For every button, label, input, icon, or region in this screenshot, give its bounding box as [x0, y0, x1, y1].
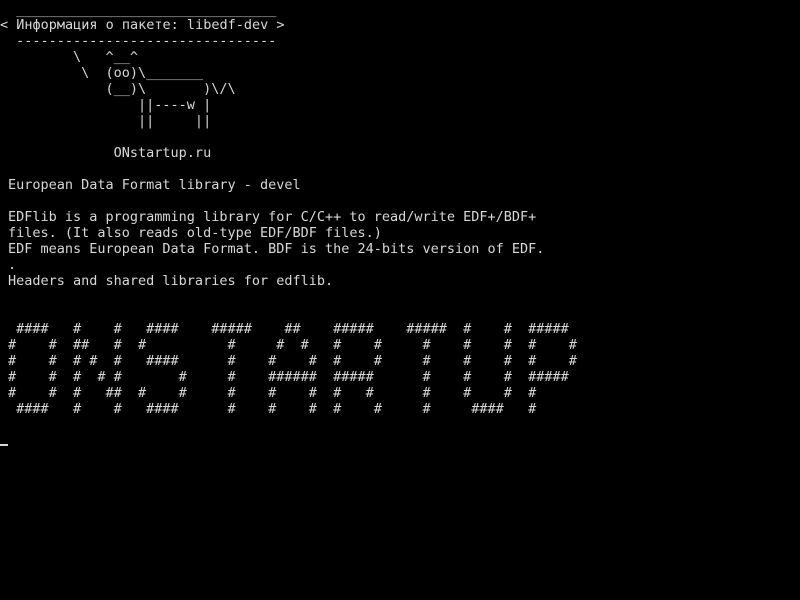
description-line-4: .	[8, 257, 17, 273]
description-line-1: EDFlib is a programming library for C/C+…	[8, 209, 537, 225]
banner-line-2: # # ## # # # # # # # # # # # #	[8, 337, 577, 353]
terminal-console: ________________________________ < Инфор…	[0, 0, 800, 600]
cow-line-2: \ (oo)\_______	[8, 65, 204, 81]
cow-line-5: || ||	[8, 113, 212, 129]
cow-line-3: (__)\ )\/\	[8, 81, 236, 97]
cow-line-4: ||----w |	[8, 97, 212, 113]
banner-line-6: #### # # #### # # # # # # #### #	[8, 401, 537, 417]
description-line-3: EDF means European Data Format. BDF is t…	[8, 241, 545, 257]
banner-line-1: #### # # #### ##### ## ##### ##### # # #…	[8, 321, 569, 337]
text-cursor[interactable]	[0, 444, 8, 446]
description-line-5: Headers and shared libraries for edflib.	[8, 273, 334, 289]
site-credit: ONstartup.ru	[8, 145, 212, 161]
banner-line-5: # # # ## # # # # # # # # # # #	[8, 385, 537, 401]
banner-line-4: # # # # # # # ###### ##### # # # #####	[8, 369, 569, 385]
cow-line-1: \ ^__^	[8, 49, 139, 65]
banner-line-3: # # # # # #### # # # # # # # # # #	[8, 353, 577, 369]
description-line-2: files. (It also reads old-type EDF/BDF f…	[8, 225, 382, 241]
balloon-top-border: ________________________________	[8, 2, 277, 18]
balloon-text: < Информация о пакете: libedf-dev >	[0, 17, 285, 33]
balloon-bottom-border: --------------------------------	[8, 33, 277, 49]
package-summary: European Data Format library - devel	[8, 177, 301, 193]
